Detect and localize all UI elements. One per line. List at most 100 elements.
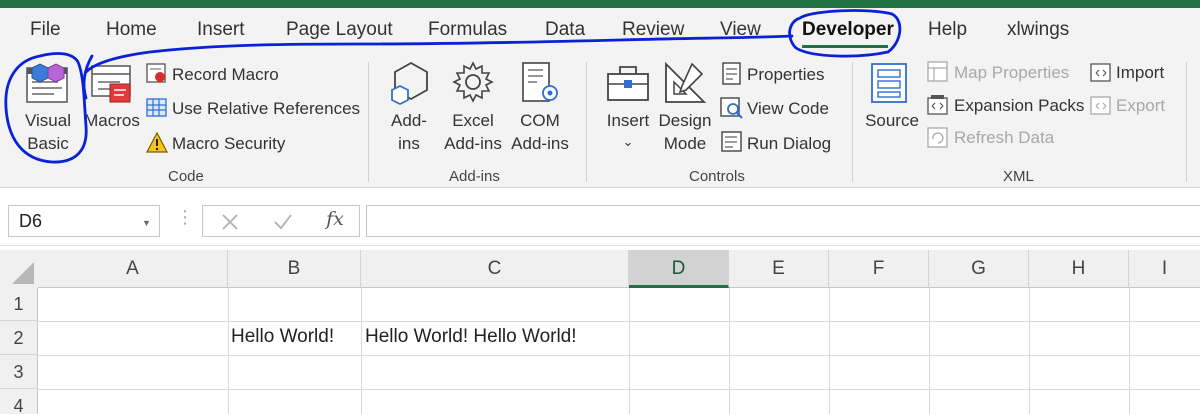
gridline xyxy=(361,288,362,414)
gridline xyxy=(629,288,630,414)
use-relative-references-button[interactable]: Use Relative References xyxy=(172,97,360,120)
chevron-down-icon[interactable]: ⌄ xyxy=(600,130,656,153)
gridline xyxy=(1029,288,1030,414)
view-code-icon[interactable] xyxy=(720,96,744,120)
column-header-a[interactable]: A xyxy=(38,250,228,288)
row-header-3[interactable]: 3 xyxy=(0,355,38,389)
toolbox-icon[interactable] xyxy=(606,62,652,104)
group-label-code: Code xyxy=(168,168,204,185)
column-header-c[interactable]: C xyxy=(361,250,629,288)
map-properties-icon xyxy=(927,61,948,82)
column-header-d[interactable]: D xyxy=(629,250,729,288)
gridline xyxy=(1129,288,1130,414)
name-box[interactable]: D6 xyxy=(8,205,160,237)
group-label-xml: XML xyxy=(1003,168,1034,185)
gridline xyxy=(38,355,1200,356)
properties-button[interactable]: Properties xyxy=(747,63,824,86)
row-header-2[interactable]: 2 xyxy=(0,321,38,355)
macros-icon[interactable] xyxy=(90,62,134,106)
gridline xyxy=(38,389,1200,390)
cell-b2[interactable]: Hello World! xyxy=(231,326,334,348)
com-add-ins-icon[interactable] xyxy=(519,60,563,106)
tab-review[interactable]: Review xyxy=(622,19,684,41)
import-button[interactable]: Import xyxy=(1116,61,1164,84)
select-all-corner-icon[interactable] xyxy=(0,250,38,288)
column-header-i[interactable]: I xyxy=(1129,250,1200,288)
row-header-1[interactable]: 1 xyxy=(0,288,38,321)
properties-icon[interactable] xyxy=(721,62,743,86)
tab-xlwings[interactable]: xlwings xyxy=(1007,19,1069,41)
tab-insert[interactable]: Insert xyxy=(197,19,245,41)
column-header-e[interactable]: E xyxy=(729,250,829,288)
expansion-packs-icon[interactable] xyxy=(927,94,949,116)
record-macro-icon[interactable] xyxy=(146,63,168,85)
gridline xyxy=(38,321,1200,322)
source-button[interactable]: Source xyxy=(862,109,922,132)
group-label-add-ins: Add-ins xyxy=(449,168,500,185)
tab-view[interactable]: View xyxy=(720,19,761,41)
add-ins-label-2[interactable]: ins xyxy=(383,132,435,155)
name-box-value: D6 xyxy=(19,211,43,231)
gear-icon[interactable] xyxy=(451,60,495,104)
gridline xyxy=(729,288,730,414)
visual-basic-icon[interactable] xyxy=(26,62,70,104)
tab-formulas[interactable]: Formulas xyxy=(428,19,507,41)
formula-input[interactable] xyxy=(366,205,1200,237)
add-ins-icon[interactable] xyxy=(388,60,434,106)
tab-data[interactable]: Data xyxy=(545,19,585,41)
tab-file[interactable]: File xyxy=(30,19,61,41)
column-header-f[interactable]: F xyxy=(829,250,929,288)
group-label-controls: Controls xyxy=(689,168,745,185)
warning-icon[interactable] xyxy=(146,132,168,154)
name-box-dropdown-icon[interactable]: ▼ xyxy=(142,218,151,228)
visual-basic-label-2[interactable]: Basic xyxy=(18,132,78,155)
column-header-h[interactable]: H xyxy=(1029,250,1129,288)
tab-help[interactable]: Help xyxy=(928,19,967,41)
macro-security-button[interactable]: Macro Security xyxy=(172,132,285,155)
insert-control-button[interactable]: Insert xyxy=(600,109,656,132)
export-button: Export xyxy=(1116,96,1166,115)
tab-page-layout[interactable]: Page Layout xyxy=(286,19,393,41)
run-dialog-button[interactable]: Run Dialog xyxy=(747,132,831,155)
design-mode-label-2[interactable]: Mode xyxy=(654,132,716,155)
formula-bar-grip-icon: ⋮ xyxy=(176,207,194,227)
refresh-data-icon xyxy=(927,127,948,148)
import-icon[interactable] xyxy=(1090,61,1112,83)
source-icon[interactable] xyxy=(870,62,910,104)
group-divider xyxy=(1186,62,1187,182)
tab-home[interactable]: Home xyxy=(106,19,157,41)
enter-check-icon[interactable] xyxy=(272,212,294,232)
export-icon xyxy=(1090,96,1111,115)
use-relative-references-icon[interactable] xyxy=(146,97,168,119)
com-add-ins-label-2[interactable]: Add-ins xyxy=(508,132,572,155)
expansion-packs-button[interactable]: Expansion Packs xyxy=(954,94,1084,117)
gridline xyxy=(929,288,930,414)
macros-button[interactable]: Macros xyxy=(82,109,142,132)
design-mode-icon[interactable] xyxy=(662,60,708,106)
tab-developer[interactable]: Developer xyxy=(802,19,894,41)
ribbon-tabs: File Home Insert Page Layout Formulas Da… xyxy=(0,8,1200,52)
com-add-ins-label-1[interactable]: COM xyxy=(508,109,572,132)
record-macro-button[interactable]: Record Macro xyxy=(172,63,279,86)
excel-add-ins-label-1[interactable]: Excel xyxy=(440,109,506,132)
map-properties-button: Map Properties xyxy=(954,63,1070,82)
add-ins-label-1[interactable]: Add- xyxy=(383,109,435,132)
group-divider xyxy=(852,62,853,182)
design-mode-label-1[interactable]: Design xyxy=(654,109,716,132)
visual-basic-label-1[interactable]: Visual xyxy=(18,109,78,132)
gridline xyxy=(228,288,229,414)
title-bar-strip xyxy=(0,0,1200,8)
group-divider xyxy=(586,62,587,182)
cell-c2[interactable]: Hello World! Hello World! xyxy=(365,326,577,348)
group-divider xyxy=(368,62,369,182)
column-header-b[interactable]: B xyxy=(228,250,361,288)
active-tab-indicator xyxy=(802,45,888,48)
run-dialog-icon[interactable] xyxy=(721,131,743,153)
insert-function-button[interactable]: fx xyxy=(320,208,350,231)
excel-add-ins-label-2[interactable]: Add-ins xyxy=(440,132,506,155)
view-code-button[interactable]: View Code xyxy=(747,97,829,120)
refresh-data-button: Refresh Data xyxy=(954,128,1055,147)
row-header-4[interactable]: 4 xyxy=(0,389,38,414)
column-header-g[interactable]: G xyxy=(929,250,1029,288)
cancel-icon[interactable] xyxy=(220,212,240,232)
